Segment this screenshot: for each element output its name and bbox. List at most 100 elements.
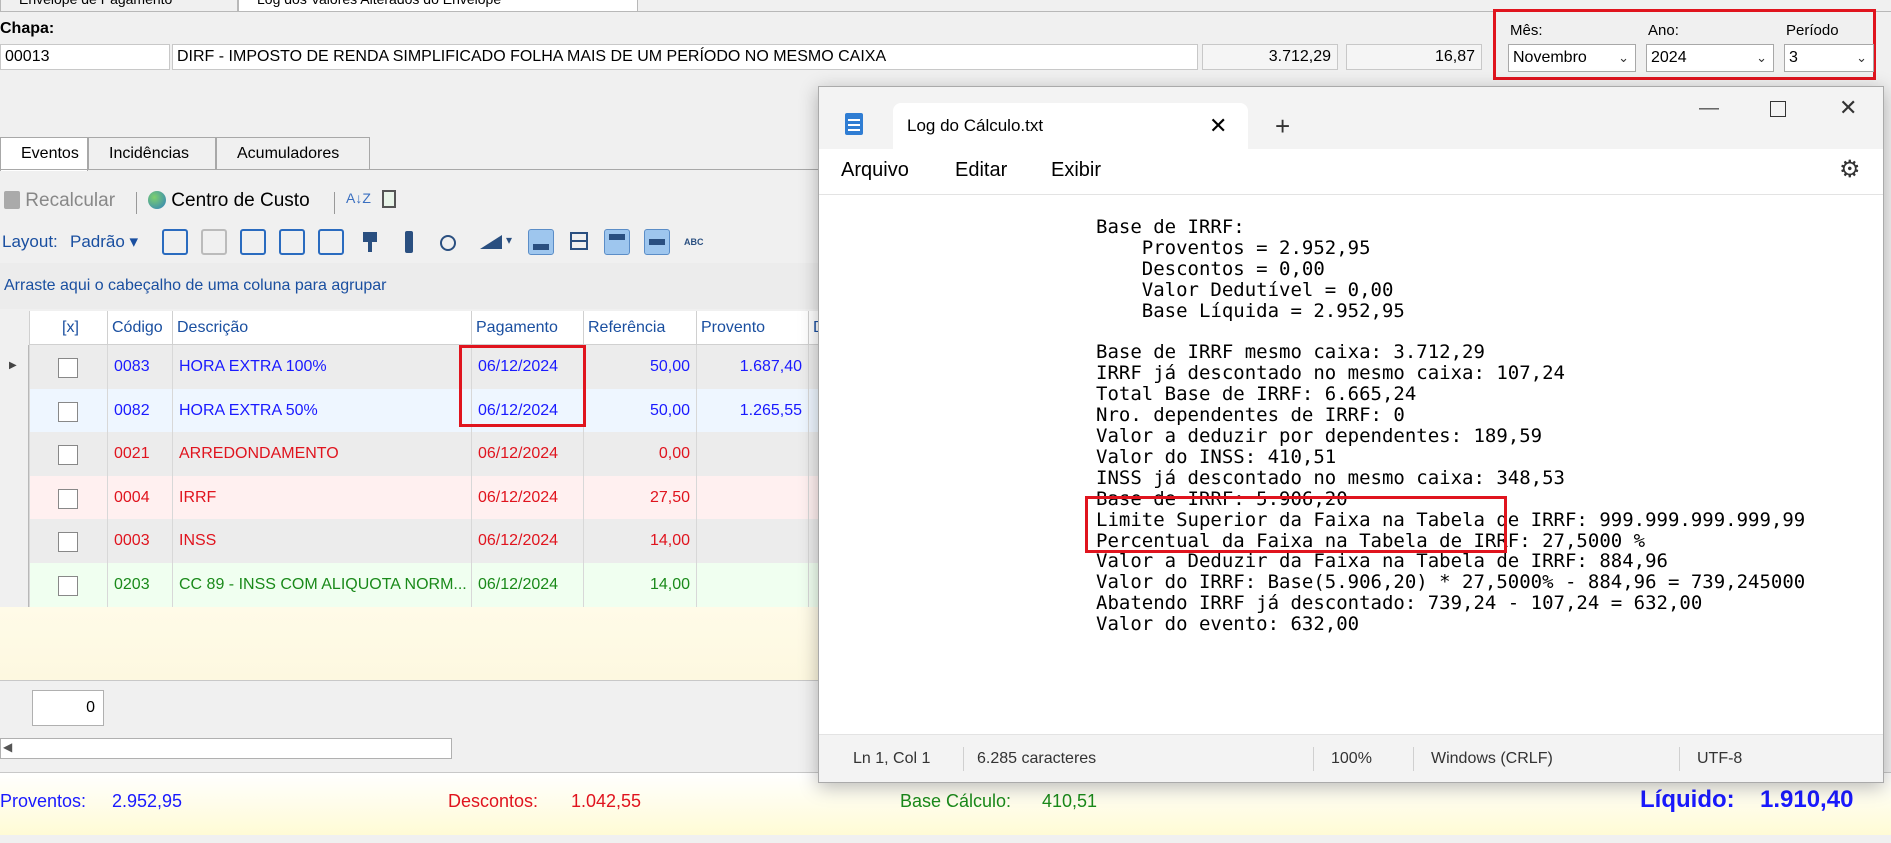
chart-dropdown-icon[interactable]: ▾ (478, 229, 516, 255)
layout-split-icon[interactable] (567, 229, 593, 255)
recalcular-button[interactable]: Recalcular (4, 190, 115, 212)
mes-value: Novembro (1513, 49, 1587, 66)
table-row[interactable]: 0003 INSS 06/12/2024 14,00 (0, 519, 820, 563)
log-line: Descontos = 0,00 (1096, 257, 1325, 280)
menu-exibir[interactable]: Exibir (1051, 159, 1101, 182)
log-line: Nro. dependentes de IRRF: 0 (1096, 404, 1405, 427)
spellcheck-icon[interactable]: ABC (684, 229, 714, 255)
record-count-field: 0 (32, 690, 104, 726)
status-separator (1679, 747, 1680, 771)
maximize-icon[interactable] (1770, 101, 1786, 117)
cell-pagamento: 06/12/2024 (471, 475, 583, 520)
cell-codigo: 0003 (107, 519, 172, 563)
log-line: Proventos = 2.952,95 (1096, 236, 1371, 259)
periodo-value: 3 (1789, 49, 1798, 66)
row-indicator[interactable] (0, 519, 29, 563)
col-descricao-header[interactable]: Descrição (172, 311, 471, 345)
move-down-icon[interactable] (318, 229, 344, 255)
group-by-hint[interactable]: Arraste aqui o cabeçalho de uma coluna p… (0, 263, 820, 309)
log-line: Valor a deduzir por dependentes: 189,59 (1096, 425, 1543, 447)
centro-custo-button[interactable]: Centro de Custo (148, 190, 310, 212)
tab-envelope-pagamento[interactable]: Envelope de Pagamento (0, 0, 238, 12)
chapa-code-field[interactable]: 00013 (0, 44, 170, 70)
col-provento-header[interactable]: Provento (696, 311, 808, 345)
row-indicator[interactable] (0, 475, 29, 520)
col-referencia-header[interactable]: Referência (583, 311, 696, 345)
menu-editar[interactable]: Editar (955, 159, 1007, 182)
new-tab-icon[interactable]: + (1275, 111, 1290, 142)
table-row[interactable]: 0004 IRRF 06/12/2024 27,50 (0, 475, 820, 520)
row-checkbox[interactable] (58, 358, 78, 378)
notepad-file-tab[interactable]: Log do Cálculo.txt ✕ (893, 103, 1248, 149)
toolbar: Recalcular Centro de Custo A↓Z (0, 184, 820, 220)
cell-referencia: 27,50 (583, 475, 696, 520)
line-ending[interactable]: Windows (CRLF) (1431, 750, 1553, 768)
delete-row-icon[interactable] (201, 229, 227, 255)
row-indicator[interactable] (0, 432, 29, 476)
row-checkbox[interactable] (58, 488, 78, 509)
notepad-menubar: Arquivo Editar Exibir ⚙ (819, 149, 1883, 195)
move-up-icon[interactable] (279, 229, 305, 255)
menu-arquivo[interactable]: Arquivo (841, 159, 909, 182)
tab-eventos[interactable]: Eventos (0, 137, 88, 171)
col-select-header[interactable]: [x] (29, 311, 107, 345)
zoom-level[interactable]: 100% (1331, 750, 1372, 768)
row-checkbox[interactable] (58, 532, 78, 552)
tab-log-valores[interactable]: Log dos Valores Alterados do Envelope (238, 0, 638, 12)
close-window-icon[interactable]: ✕ (1839, 95, 1857, 121)
col-pagamento-header[interactable]: Pagamento (471, 311, 583, 345)
horizontal-scrollbar[interactable]: ◀ (0, 738, 452, 759)
tab-acumuladores[interactable]: Acumuladores (216, 137, 370, 170)
cell-provento (696, 519, 808, 563)
row-checkbox[interactable] (58, 401, 78, 422)
tab-incidencias[interactable]: Incidências (88, 137, 216, 170)
minimize-icon[interactable]: — (1699, 97, 1719, 120)
cell-codigo: 0004 (107, 475, 172, 520)
table-row[interactable]: 0082 HORA EXTRA 50% 06/12/2024 50,00 1.265,5… (0, 388, 820, 433)
row-checkbox[interactable] (58, 445, 78, 465)
chevron-down-icon: ⌄ (1618, 50, 1629, 65)
scroll-left-icon[interactable]: ◀ (3, 740, 12, 754)
layout-top-icon[interactable] (604, 229, 630, 255)
cell-referencia: 0,00 (583, 432, 696, 476)
table-row[interactable]: 0021 ARREDONDAMENTO 06/12/2024 0,00 (0, 432, 820, 476)
periodo-select[interactable]: 3 ⌄ (1784, 44, 1874, 72)
row-indicator[interactable] (0, 388, 29, 433)
shapes-icon[interactable] (435, 229, 461, 255)
add-row-icon[interactable] (162, 229, 188, 255)
cell-referencia: 14,00 (583, 562, 696, 607)
encoding[interactable]: UTF-8 (1697, 750, 1742, 768)
proventos-value: 2.952,95 (112, 791, 183, 811)
close-tab-icon[interactable]: ✕ (1209, 103, 1227, 149)
cell-provento (696, 475, 808, 520)
char-count: 6.285 caracteres (977, 750, 1097, 767)
row-indicator[interactable]: ▶ (0, 345, 29, 389)
log-line: Base de IRRF mesmo caixa: 3.712,29 (1096, 341, 1485, 364)
log-line: Base de IRRF: (1096, 216, 1245, 238)
gear-icon[interactable]: ⚙ (1839, 155, 1861, 184)
row-indicator[interactable] (0, 562, 29, 607)
undo-icon[interactable] (240, 229, 266, 255)
pin-icon[interactable] (396, 229, 422, 255)
cell-pagamento: 06/12/2024 (471, 432, 583, 476)
pagamento-highlight (459, 345, 586, 427)
cell-descricao: CC 89 - INSS COM ALIQUOTA NORM... (172, 562, 471, 607)
row-checkbox[interactable] (58, 575, 78, 596)
ano-select[interactable]: 2024 ⌄ (1646, 44, 1774, 72)
recalcular-label: Recalcular (25, 190, 116, 211)
table-row[interactable]: ▶ 0083 HORA EXTRA 100% 06/12/2024 50,00 1.687… (0, 345, 820, 389)
layout-middle-icon[interactable] (644, 229, 670, 255)
layout-select[interactable]: Padrão ▾ (70, 232, 138, 252)
mes-select[interactable]: Novembro ⌄ (1508, 44, 1636, 72)
paint-icon[interactable] (357, 229, 383, 255)
sort-az-icon[interactable]: A↓Z (346, 190, 371, 206)
table-row[interactable]: 0203 CC 89 - INSS COM ALIQUOTA NORM... 06/… (0, 562, 820, 607)
cell-descricao: HORA EXTRA 100% (172, 345, 471, 389)
col-codigo-header[interactable]: Código (107, 311, 172, 345)
notepad-statusbar: Ln 1, Col 1 6.285 caracteres 100% Window… (819, 734, 1883, 782)
layout-bottom-icon[interactable] (528, 229, 554, 255)
notepad-text-area[interactable]: Base de IRRF: Proventos = 2.952,95 Desco… (819, 196, 1883, 734)
globe-icon (148, 191, 166, 209)
log-line: Valor Dedutível = 0,00 (1096, 278, 1394, 301)
export-icon[interactable] (382, 190, 396, 214)
